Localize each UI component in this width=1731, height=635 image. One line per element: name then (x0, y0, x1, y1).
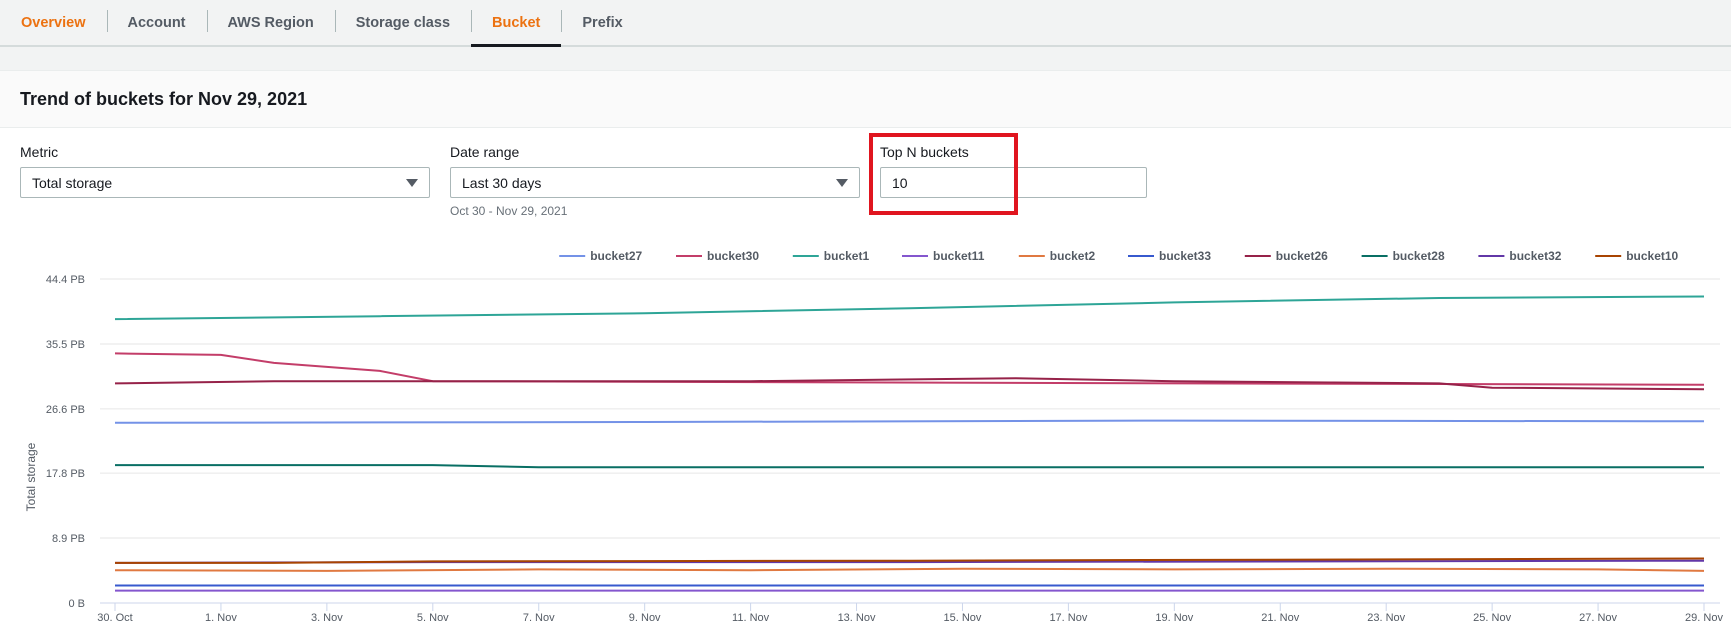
date-range-select[interactable]: Last 30 days (450, 167, 860, 198)
metric-field: Metric Total storage (20, 144, 430, 198)
chart-legend: bucket27 bucket30 bucket1 bucket11 bucket2 bu… (559, 249, 1679, 263)
legend-item-bucket30[interactable]: bucket30 (676, 249, 759, 263)
series-line-bucket2[interactable] (114, 567, 1705, 572)
top-n-label: Top N buckets (880, 144, 969, 160)
chart-lines (114, 295, 1705, 592)
caret-down-icon (406, 178, 418, 187)
legend-label: bucket2 (1050, 249, 1096, 263)
x-axis: 30. Oct 1. Nov 3. Nov 5. Nov 7. Nov 9. Nov 11.… (97, 603, 1723, 624)
chart-grid (100, 278, 1720, 604)
legend-item-bucket33[interactable]: bucket33 (1128, 249, 1211, 263)
x-tick-label: 17. Nov (1049, 612, 1087, 624)
legend-label: bucket26 (1276, 249, 1328, 263)
x-tick-label: 3. Nov (311, 612, 343, 624)
x-tick-label: 5. Nov (417, 612, 449, 624)
tab-storage-class[interactable]: Storage class (334, 0, 471, 45)
caret-down-icon (836, 178, 848, 187)
tab-bar: Overview Account AWS Region Storage clas… (0, 0, 1731, 47)
x-tick-label: 19. Nov (1155, 612, 1193, 624)
x-tick-label: 27. Nov (1579, 612, 1617, 624)
tab-prefix[interactable]: Prefix (561, 0, 643, 45)
tab-overview[interactable]: Overview (0, 0, 107, 45)
y-tick-label: 0 B (68, 598, 85, 610)
legend-item-bucket27[interactable]: bucket27 (559, 249, 643, 263)
top-n-input[interactable]: 10 (880, 167, 1147, 198)
panel-title: Trend of buckets for Nov 29, 2021 (20, 88, 308, 109)
legend-item-bucket10[interactable]: bucket10 (1595, 249, 1679, 263)
x-tick-label: 1. Nov (205, 612, 237, 624)
panel-header: Trend of buckets for Nov 29, 2021 (0, 70, 1731, 128)
date-range-hint: Oct 30 - Nov 29, 2021 (450, 204, 568, 218)
legend-item-bucket28[interactable]: bucket28 (1361, 249, 1445, 263)
legend-label: bucket32 (1509, 249, 1561, 263)
legend-label: bucket1 (824, 249, 870, 263)
tab-account[interactable]: Account (106, 0, 207, 45)
date-range-value: Last 30 days (462, 174, 542, 191)
x-tick-label: 9. Nov (629, 612, 661, 624)
series-line-bucket1[interactable] (114, 295, 1705, 321)
legend-item-bucket1[interactable]: bucket1 (792, 249, 870, 263)
legend-item-bucket32[interactable]: bucket32 (1478, 249, 1562, 263)
legend-label: bucket28 (1393, 249, 1445, 263)
x-tick-label: 29. Nov (1685, 612, 1723, 624)
legend-item-bucket2[interactable]: bucket2 (1018, 249, 1096, 263)
top-n-value: 10 (892, 174, 908, 191)
tab-aws-region[interactable]: AWS Region (206, 0, 335, 45)
legend-label: bucket33 (1159, 249, 1211, 263)
x-tick-label: 25. Nov (1473, 612, 1511, 624)
legend-label: bucket11 (933, 249, 985, 263)
y-axis-label: Total storage (24, 442, 38, 511)
filters: Metric Total storage Date range Last 30 … (0, 128, 1731, 223)
x-tick-label: 21. Nov (1261, 612, 1299, 624)
legend-item-bucket11[interactable]: bucket11 (902, 249, 985, 263)
x-tick-label: 13. Nov (838, 612, 876, 624)
spacer (0, 47, 1731, 70)
y-tick-label: 26.6 PB (46, 404, 85, 416)
y-axis: 0 B 8.9 PB 17.8 PB 26.6 PB 35.5 PB 44.4 PB (46, 274, 85, 610)
x-tick-label: 11. Nov (732, 612, 770, 624)
legend-label: bucket10 (1626, 249, 1678, 263)
legend-label: bucket27 (590, 249, 642, 263)
tab-bucket[interactable]: Bucket (471, 0, 562, 47)
storage-trend-chart: bucket27 bucket30 bucket1 bucket11 bucket2 bu… (24, 249, 1723, 624)
legend-label: bucket30 (707, 249, 759, 263)
y-tick-label: 35.5 PB (46, 339, 85, 351)
metric-select[interactable]: Total storage (20, 167, 430, 198)
series-line-bucket27[interactable] (114, 419, 1705, 424)
metric-value: Total storage (32, 174, 113, 191)
x-tick-label: 7. Nov (523, 612, 555, 624)
y-tick-label: 17.8 PB (46, 468, 85, 480)
metric-label: Metric (20, 144, 59, 160)
x-tick-label: 15. Nov (944, 612, 982, 624)
x-tick-label: 23. Nov (1367, 612, 1405, 624)
series-line-bucket28[interactable] (115, 464, 1704, 469)
y-tick-label: 8.9 PB (52, 533, 85, 545)
top-n-field: Top N buckets 10 (880, 144, 1147, 198)
date-range-field: Date range Last 30 days Oct 30 - Nov 29,… (450, 144, 860, 218)
legend-item-bucket26[interactable]: bucket26 (1244, 249, 1328, 263)
x-tick-label: 30. Oct (97, 612, 132, 624)
date-range-label: Date range (450, 144, 520, 160)
y-tick-label: 44.4 PB (46, 274, 85, 286)
